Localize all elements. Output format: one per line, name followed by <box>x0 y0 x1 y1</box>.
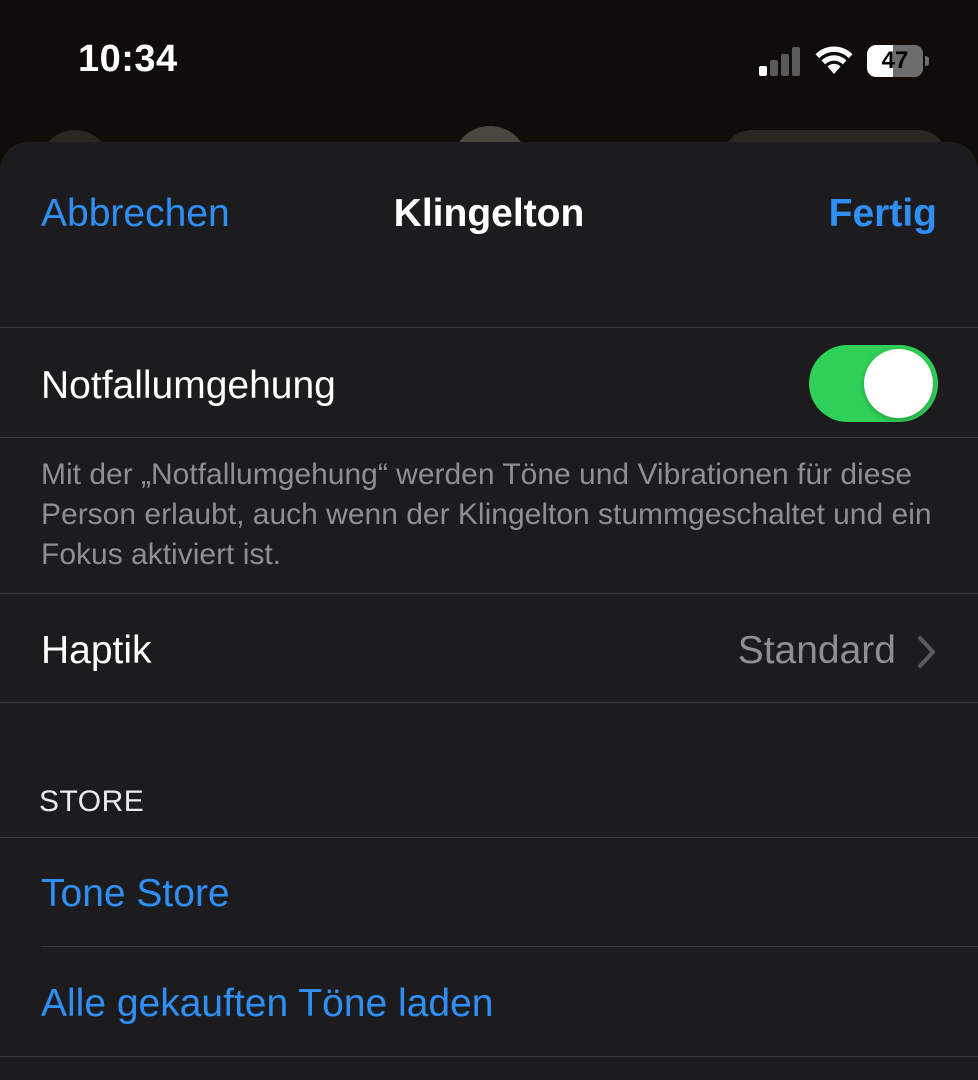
battery-icon: 47 <box>867 45 929 77</box>
tone-store-link[interactable]: Tone Store <box>41 872 230 916</box>
divider <box>0 837 978 838</box>
divider <box>0 702 978 703</box>
divider <box>0 327 978 328</box>
cellular-signal-icon <box>759 47 800 76</box>
cancel-button[interactable]: Abbrechen <box>41 192 230 236</box>
status-bar: 10:34 47 <box>0 0 978 130</box>
done-button[interactable]: Fertig <box>829 192 937 236</box>
toggle-knob <box>864 349 933 418</box>
ringtone-sheet: Abbrechen Klingelton Fertig Notfallumgeh… <box>0 142 978 1080</box>
haptics-value[interactable]: Standard <box>738 629 896 673</box>
divider <box>0 437 978 438</box>
emergency-bypass-toggle[interactable] <box>809 345 938 422</box>
wifi-icon <box>815 46 853 74</box>
status-time: 10:34 <box>78 38 178 80</box>
chevron-right-icon[interactable] <box>916 635 938 669</box>
store-section-header: STORE <box>39 785 145 818</box>
download-purchased-tones-link[interactable]: Alle gekauften Töne laden <box>41 982 493 1026</box>
divider <box>0 1056 978 1057</box>
battery-cap <box>925 56 929 66</box>
ringtone-settings-screen: 10:34 47 Abbrechen Klingelton Fertig Not… <box>0 0 978 1080</box>
battery-body: 47 <box>867 45 923 77</box>
emergency-bypass-footnote: Mit der „Notfallumgehung“ werden Töne un… <box>41 458 932 571</box>
divider <box>0 593 978 594</box>
battery-level: 47 <box>881 47 909 74</box>
haptics-row-label[interactable]: Haptik <box>41 629 152 673</box>
divider <box>41 946 978 947</box>
emergency-bypass-label: Notfallumgehung <box>41 364 336 407</box>
